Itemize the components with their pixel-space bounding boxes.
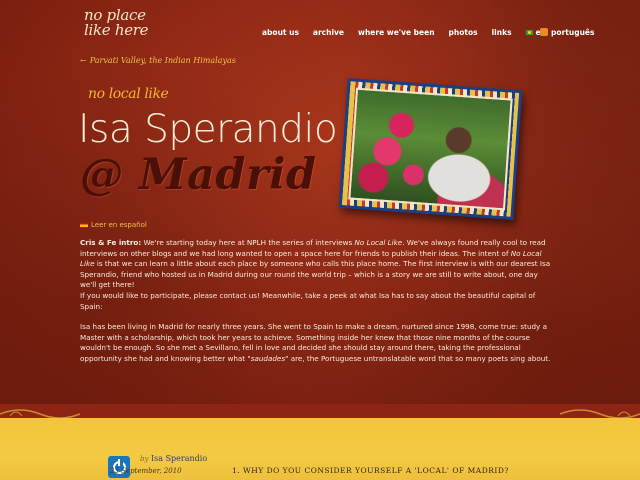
interview-question: 1. WHY DO YOU CONSIDER YOURSELF A 'LOCAL… [232,466,509,475]
post-date: 23 September, 2010 [110,467,182,475]
rss-icon[interactable] [540,28,548,36]
nav-photos[interactable]: photos [449,28,478,37]
photo-frame [338,78,523,220]
spanish-version-label: Leer en español [91,221,147,229]
brazil-flag-icon [525,30,533,35]
post-title-city: @ Madrid [80,150,317,200]
post-content: Cris & Fe intro: We're starting today he… [80,238,556,375]
spain-flag-icon [80,222,88,228]
nav-about-us[interactable]: about us [262,28,299,37]
nav-where-weve-been[interactable]: where we've been [358,28,435,37]
post-title-name: Isa Sperandio [78,107,338,152]
main-nav: about us archive where we've been photos… [262,28,608,37]
bio-text: " are, the Portuguese untranslatable wor… [285,353,551,363]
bio-paragraph: Isa has been living in Madrid for nearly… [80,322,556,364]
logo-line-2: like here [84,21,149,39]
spanish-version-link[interactable]: Leer en español [80,221,147,229]
arrow-left-icon: ← [80,56,87,65]
saudades-em: saudades [250,353,286,363]
site-logo[interactable]: no place like here [84,8,204,38]
nav-em-portugues[interactable]: em português [525,28,594,37]
participate-text: If you would like to participate, please… [80,290,536,311]
author-name-link[interactable]: Isa Sperandio [151,454,207,463]
previous-post-label: Parvati Valley, the Indian Himalayas [89,56,236,65]
intro-text: is that we can learn a little about each… [80,259,551,290]
intro-label: Cris & Fe intro: [80,238,142,247]
intro-paragraph: Cris & Fe intro: We're starting today he… [80,238,556,312]
series-label: no local like [88,86,169,102]
series-name-em: No Local Like [354,238,403,247]
nav-links[interactable]: links [492,28,512,37]
intro-text: We're starting today here at NPLH the se… [141,238,355,247]
author-byline: by Isa Sperandio [140,454,207,463]
previous-post-link[interactable]: ← Parvati Valley, the Indian Himalayas [80,56,236,65]
nav-archive[interactable]: archive [313,28,344,37]
portrait-photo[interactable] [348,87,513,211]
by-label: by [140,455,149,463]
